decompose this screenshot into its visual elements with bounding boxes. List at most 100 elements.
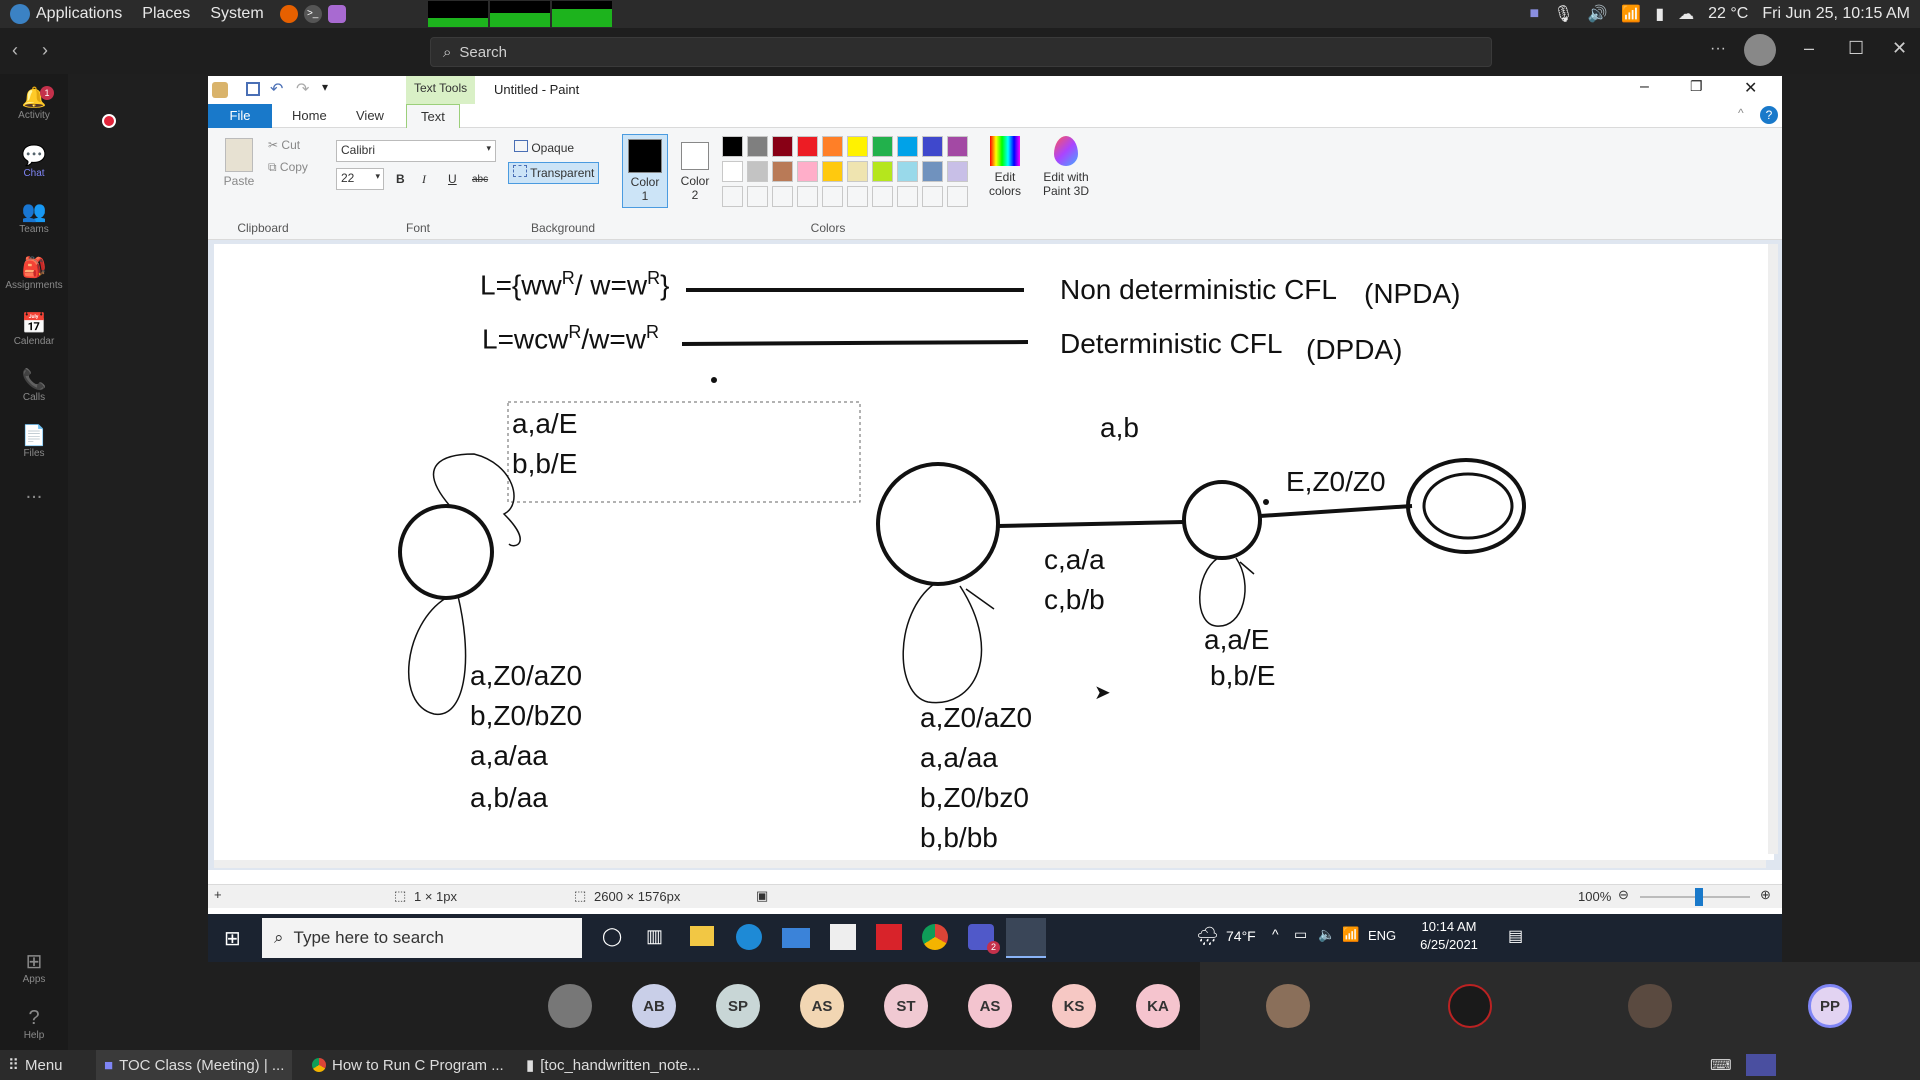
- file-explorer-icon[interactable]: [690, 926, 714, 946]
- palette-color-swatch[interactable]: [797, 136, 818, 157]
- maximize-icon[interactable]: ☐: [1848, 38, 1864, 59]
- palette-color-swatch[interactable]: [822, 186, 843, 207]
- notification-icon[interactable]: ▤: [1508, 926, 1523, 946]
- system-menu[interactable]: System: [210, 5, 263, 23]
- help-button-icon[interactable]: ?: [1760, 106, 1778, 124]
- taskbar-clock[interactable]: 10:14 AM 6/25/2021: [1414, 918, 1484, 954]
- edit-with-paint3d-button[interactable]: Edit with Paint 3D: [1034, 134, 1098, 198]
- task-teams-meeting[interactable]: ■ TOC Class (Meeting) | ...: [96, 1050, 293, 1080]
- volume-icon[interactable]: 🔊: [1588, 4, 1608, 24]
- task-chrome-tab[interactable]: How to Run C Program ...: [312, 1050, 504, 1080]
- copy-button[interactable]: ⧉ Copy: [268, 160, 308, 175]
- clock[interactable]: Fri Jun 25, 10:15 AM: [1762, 5, 1910, 23]
- participant-avatar[interactable]: SP: [716, 984, 760, 1028]
- palette-color-swatch[interactable]: [722, 186, 743, 207]
- strikethrough-button[interactable]: abc: [472, 174, 488, 185]
- rail-activity[interactable]: 🔔 Activity 1: [0, 86, 68, 121]
- palette-color-swatch[interactable]: [747, 161, 768, 182]
- task-document[interactable]: ▮ [toc_handwritten_note...: [526, 1050, 700, 1080]
- zoom-in-button[interactable]: ⊕: [1760, 887, 1771, 903]
- palette-color-swatch[interactable]: [922, 136, 943, 157]
- tab-text[interactable]: Text: [406, 104, 460, 128]
- acrobat-icon[interactable]: [876, 924, 902, 950]
- zoom-slider-thumb[interactable]: [1695, 888, 1703, 906]
- color-2-button[interactable]: Color 2: [672, 134, 718, 208]
- rail-help[interactable]: ? Help: [0, 1006, 68, 1041]
- participant-logo-avatar[interactable]: [1448, 984, 1492, 1028]
- windows-search-box[interactable]: ⌕ Type here to search: [262, 918, 582, 958]
- wifi-icon[interactable]: 📶: [1621, 4, 1641, 24]
- paint-minimize-icon[interactable]: –: [1640, 78, 1649, 96]
- zoom-slider[interactable]: [1640, 888, 1750, 906]
- paste-button[interactable]: Paste: [216, 134, 262, 194]
- applications-menu[interactable]: Applications: [36, 5, 122, 23]
- back-arrow-icon[interactable]: ‹: [12, 40, 18, 61]
- palette-color-swatch[interactable]: [822, 161, 843, 182]
- participant-photo-avatar[interactable]: [1266, 984, 1310, 1028]
- forward-arrow-icon[interactable]: ›: [42, 40, 48, 61]
- mint-menu-button[interactable]: ⠿ Menu: [8, 1050, 63, 1080]
- paint-taskbar-icon[interactable]: [1006, 918, 1046, 958]
- rail-assignments[interactable]: 🎒 Assignments: [0, 256, 68, 291]
- rail-calendar[interactable]: 📅 Calendar: [0, 312, 68, 347]
- language-indicator[interactable]: ENG: [1368, 928, 1396, 943]
- distro-logo-icon[interactable]: [10, 4, 30, 24]
- keyboard-tray-icon[interactable]: ⌨: [1710, 1056, 1732, 1074]
- paint-close-icon[interactable]: ✕: [1744, 78, 1757, 98]
- places-menu[interactable]: Places: [142, 5, 190, 23]
- palette-color-swatch[interactable]: [847, 161, 868, 182]
- palette-color-swatch[interactable]: [722, 161, 743, 182]
- opaque-button[interactable]: Opaque: [510, 138, 578, 158]
- tab-file[interactable]: File: [208, 104, 272, 128]
- teams-tray-icon[interactable]: ■: [1530, 5, 1540, 23]
- rail-teams[interactable]: 👥 Teams: [0, 200, 68, 235]
- font-family-dropdown[interactable]: Calibri ▾: [336, 140, 496, 162]
- qat-dropdown-icon[interactable]: ▾: [322, 80, 328, 94]
- palette-color-swatch[interactable]: [747, 186, 768, 207]
- palette-color-swatch[interactable]: [947, 186, 968, 207]
- wifi-icon[interactable]: 📶: [1342, 926, 1359, 943]
- save-icon[interactable]: [246, 82, 260, 96]
- ribbon-collapse-icon[interactable]: ^: [1738, 106, 1744, 120]
- cortana-icon[interactable]: ◯: [602, 926, 622, 947]
- rail-calls[interactable]: 📞 Calls: [0, 368, 68, 403]
- participant-avatar[interactable]: ST: [884, 984, 928, 1028]
- transparent-button[interactable]: Transparent: [508, 162, 600, 184]
- palette-color-swatch[interactable]: [747, 136, 768, 157]
- palette-color-swatch[interactable]: [797, 186, 818, 207]
- teams-tray-icon[interactable]: [1746, 1054, 1776, 1076]
- palette-color-swatch[interactable]: [772, 186, 793, 207]
- participant-avatar[interactable]: KS: [1052, 984, 1096, 1028]
- firefox-icon[interactable]: [279, 5, 298, 23]
- palette-color-swatch[interactable]: [847, 186, 868, 207]
- color-1-button[interactable]: Color 1: [622, 134, 668, 208]
- italic-button[interactable]: I: [422, 172, 426, 187]
- canvas-vertical-scrollbar[interactable]: [1768, 244, 1778, 854]
- cut-button[interactable]: ✂ Cut: [268, 138, 300, 152]
- system-monitor[interactable]: [428, 1, 614, 27]
- mail-icon[interactable]: [782, 928, 810, 948]
- edge-icon[interactable]: [736, 924, 762, 950]
- palette-color-swatch[interactable]: [947, 136, 968, 157]
- teams-taskbar-icon[interactable]: 2: [968, 924, 1000, 954]
- participant-avatar[interactable]: AB: [632, 984, 676, 1028]
- palette-color-swatch[interactable]: [947, 161, 968, 182]
- task-view-icon[interactable]: ▥: [646, 926, 663, 947]
- palette-color-swatch[interactable]: [722, 136, 743, 157]
- zoom-out-button[interactable]: ⊖: [1618, 887, 1629, 903]
- underline-button[interactable]: U: [448, 172, 457, 186]
- selection-text-line[interactable]: b,b/E: [512, 448, 577, 480]
- edit-colors-button[interactable]: Edit colors: [980, 134, 1030, 198]
- bold-button[interactable]: B: [396, 172, 405, 186]
- palette-color-swatch[interactable]: [872, 136, 893, 157]
- selection-text-line[interactable]: a,a/E: [512, 408, 577, 440]
- rail-files[interactable]: 📄 Files: [0, 424, 68, 459]
- participant-avatar[interactable]: AS: [800, 984, 844, 1028]
- font-size-dropdown[interactable]: 22 ▾: [336, 168, 384, 190]
- participant-avatar[interactable]: AS: [968, 984, 1012, 1028]
- palette-color-swatch[interactable]: [897, 161, 918, 182]
- battery-icon[interactable]: ▮: [1655, 4, 1664, 24]
- terminal-icon[interactable]: >_: [303, 5, 322, 23]
- palette-color-swatch[interactable]: [822, 136, 843, 157]
- more-options-button[interactable]: ···: [1710, 40, 1726, 58]
